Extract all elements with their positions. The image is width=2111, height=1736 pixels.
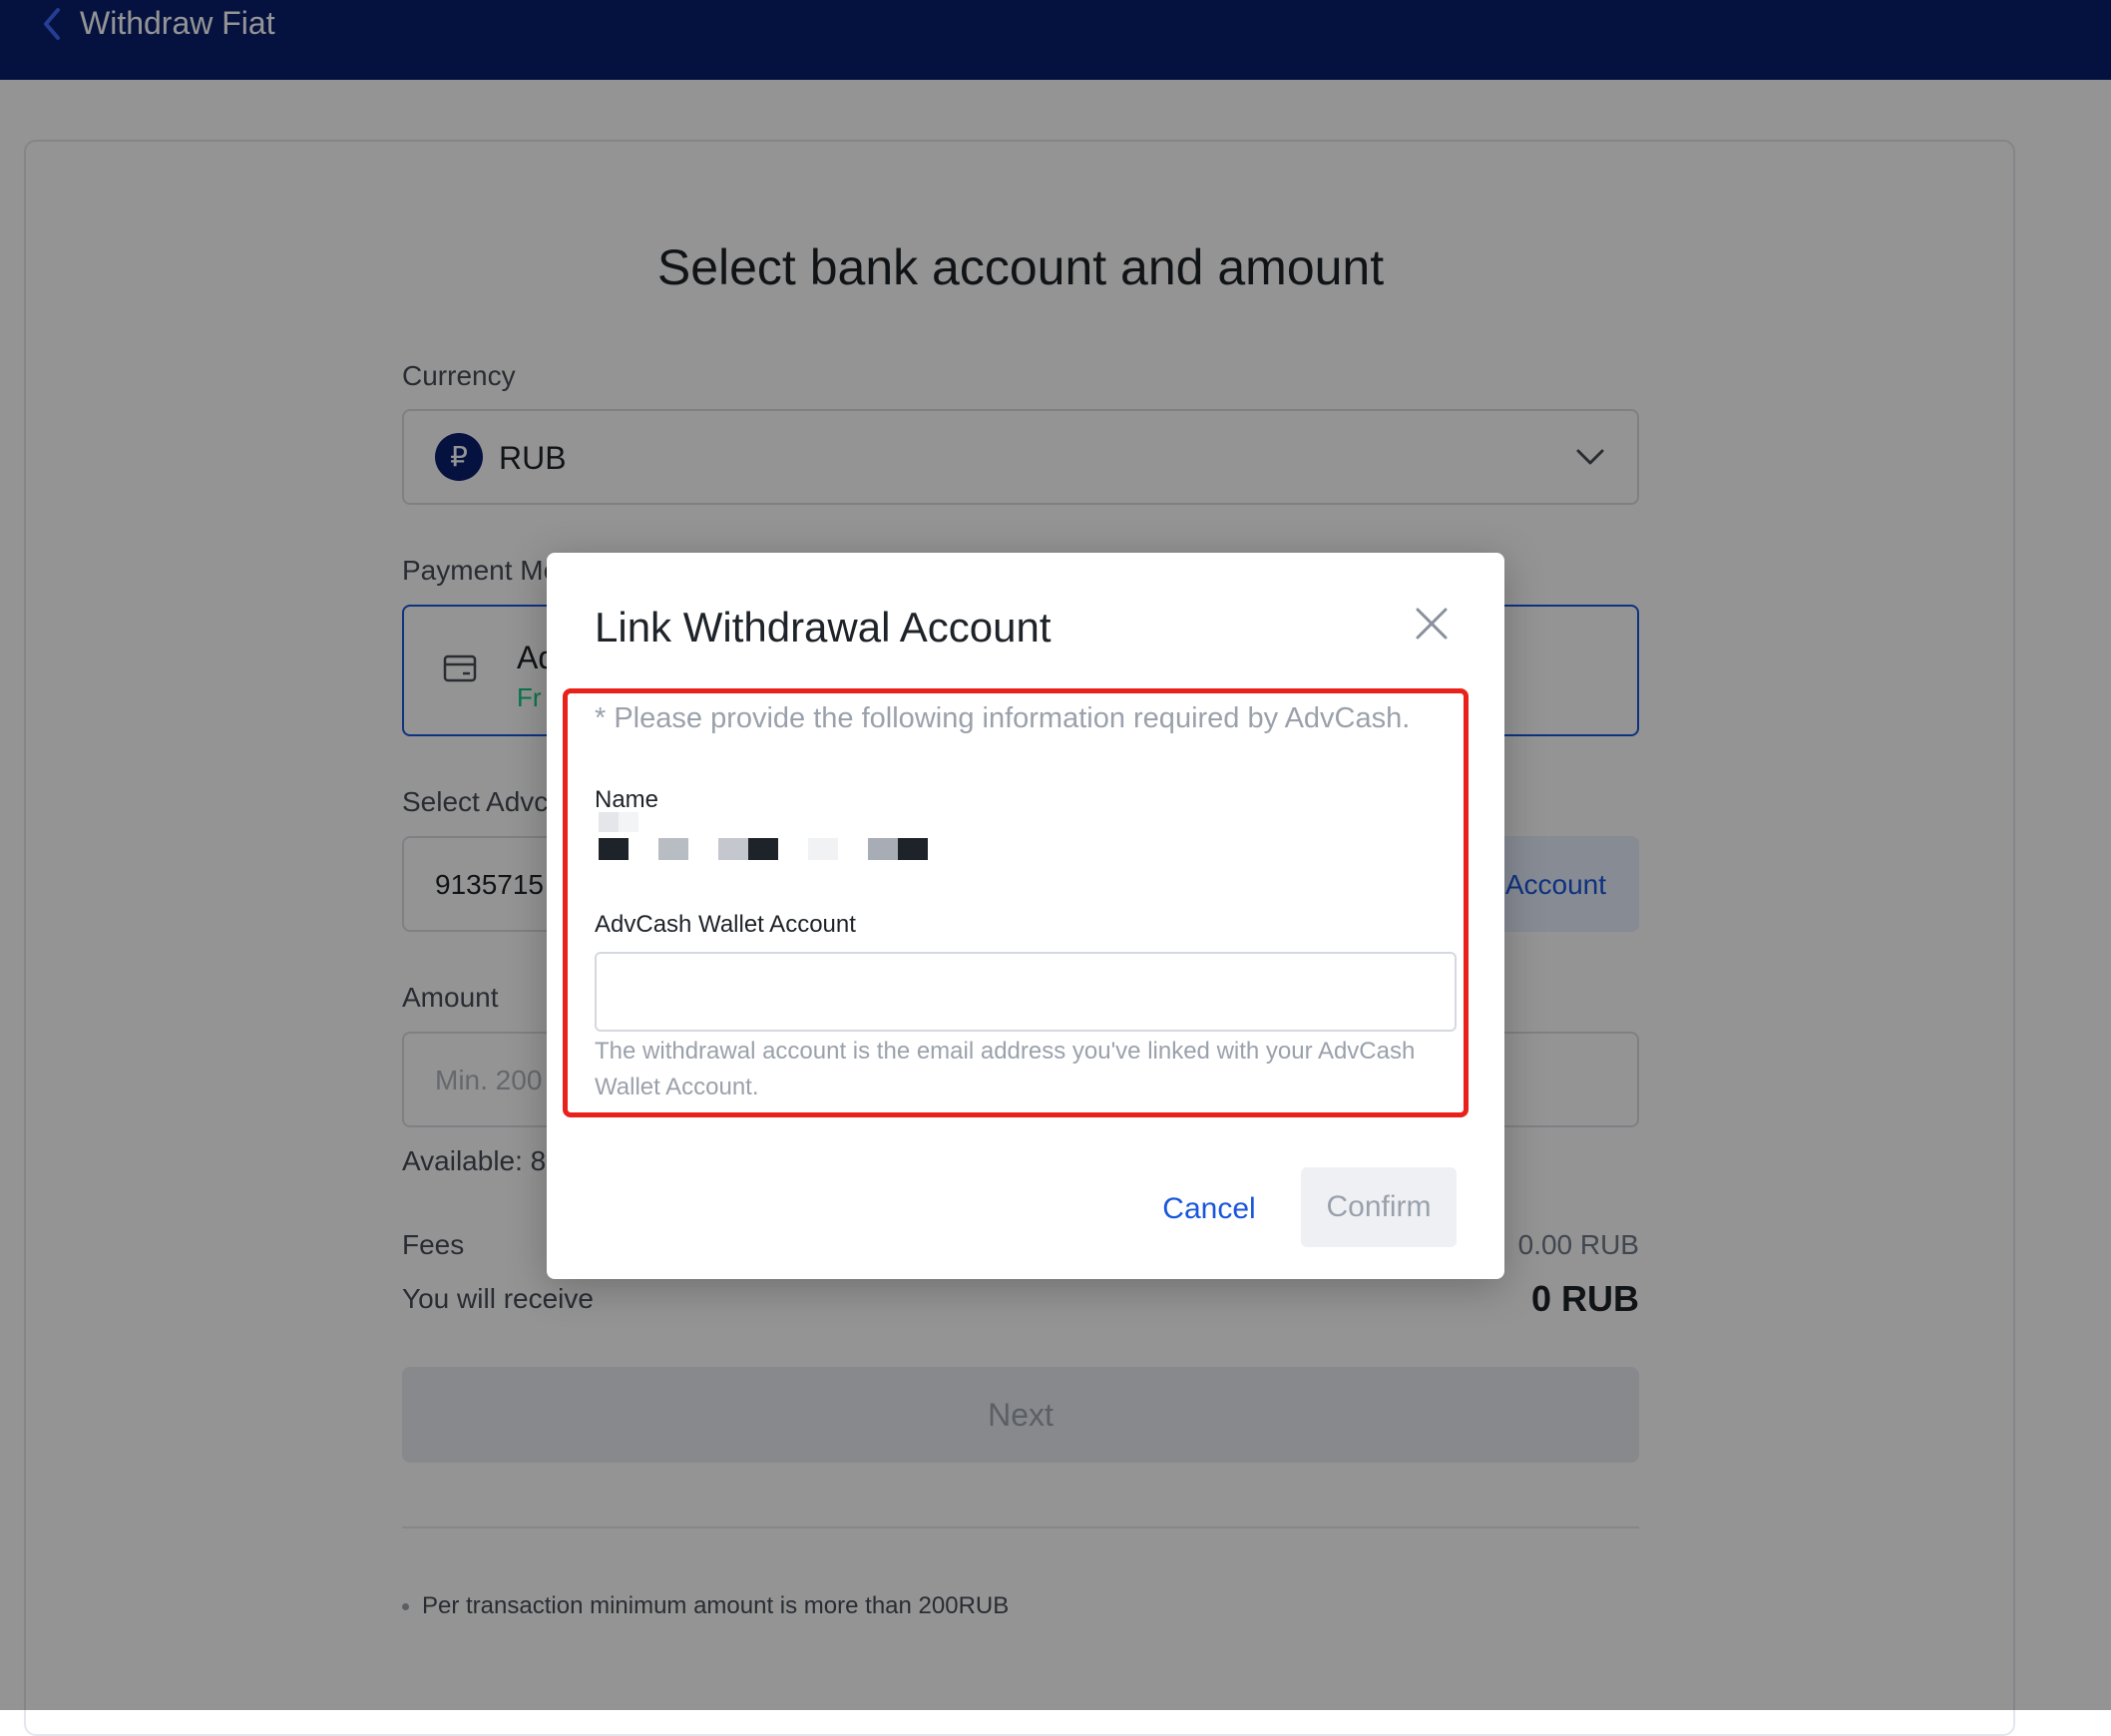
close-icon[interactable] [1415,607,1449,641]
wallet-account-label: AdvCash Wallet Account [595,911,856,938]
cancel-button[interactable]: Cancel [1147,1169,1271,1249]
confirm-button[interactable]: Confirm [1301,1167,1457,1247]
required-info-note: * Please provide the following informati… [595,702,1411,734]
wallet-account-hint: The withdrawal account is the email addr… [595,1038,1416,1100]
wallet-account-input[interactable] [595,952,1457,1032]
modal-title: Link Withdrawal Account [595,604,1052,651]
redacted-name [599,812,928,860]
